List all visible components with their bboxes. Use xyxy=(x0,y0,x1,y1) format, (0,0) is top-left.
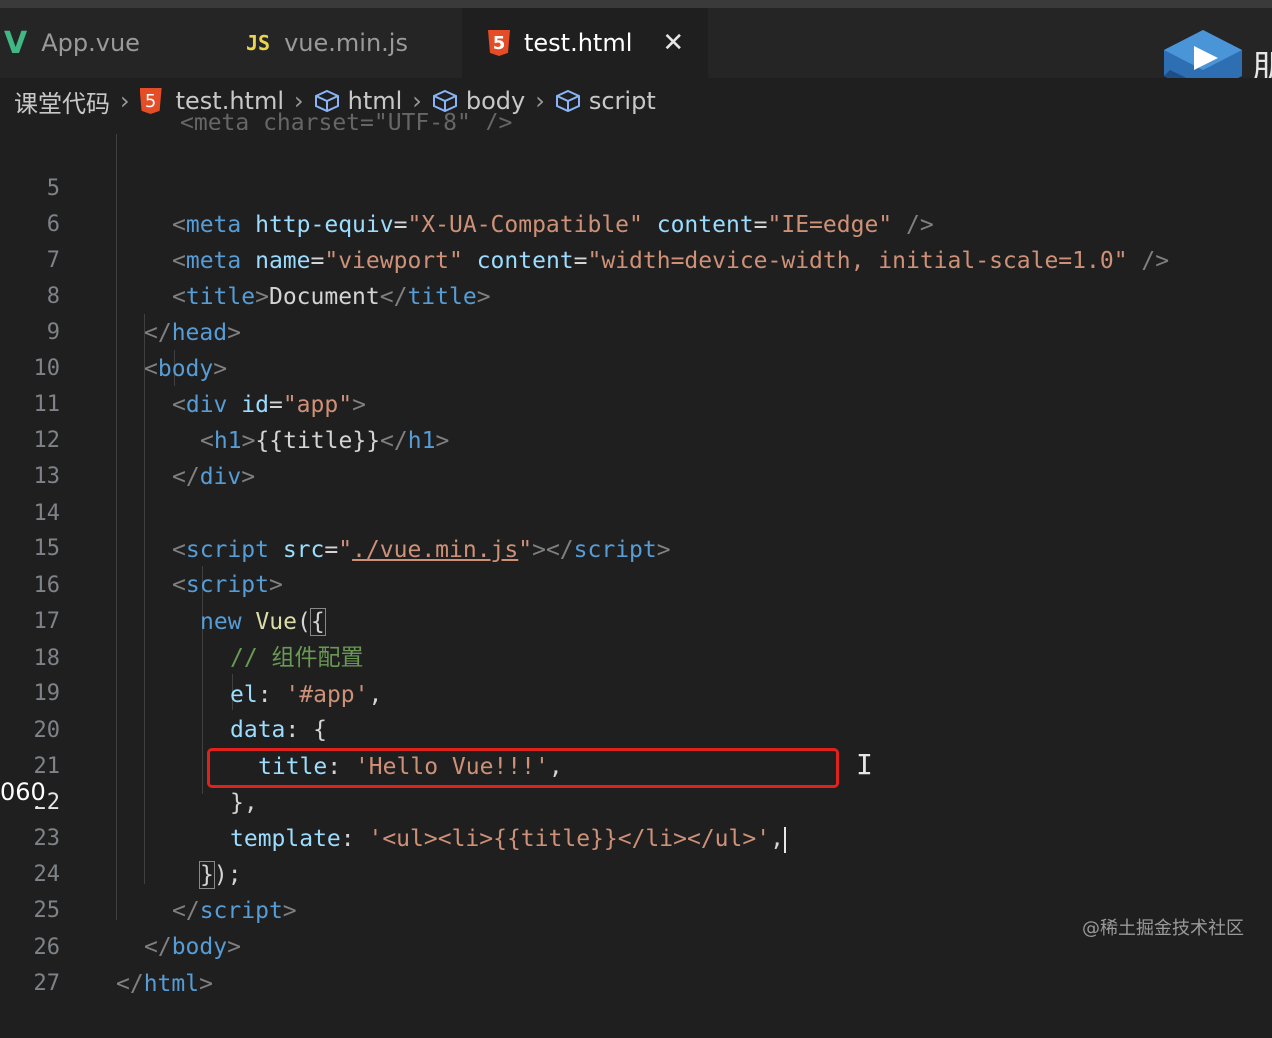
html5-file-icon: 5 xyxy=(139,88,162,114)
text-cursor xyxy=(783,826,786,853)
symbol-cube-icon xyxy=(555,89,580,113)
code-line: 12 </div> xyxy=(0,387,256,490)
watermark: @稀土掘金技术社区 xyxy=(1082,918,1244,939)
code-line: 25 </body> xyxy=(0,857,241,960)
code-text: data: { xyxy=(230,717,327,743)
code-text: </head> xyxy=(144,320,241,346)
code-line: 11 <h1>{{title}}</h1> xyxy=(0,351,450,454)
code-text: <meta name="viewport" content="width=dev… xyxy=(172,248,1170,274)
code-text: <body> xyxy=(144,356,228,382)
code-line: 13 xyxy=(0,423,61,489)
breadcrumb-label: script xyxy=(588,87,656,115)
code-text: el: '#app', xyxy=(230,682,383,708)
code-text: <meta http-equiv="X-UA-Compatible" conte… xyxy=(172,212,934,238)
close-icon[interactable]: ✕ xyxy=(662,28,684,58)
tab-label: vue.min.js xyxy=(284,29,408,57)
code-line: 18 el: '#app', xyxy=(0,605,383,708)
ibeam-cursor-icon: I xyxy=(856,748,873,781)
code-line: 8 </head> xyxy=(0,243,241,346)
code-line: 19 data: { xyxy=(0,640,327,743)
code-line: 9 <body> xyxy=(0,279,227,382)
tab-vue-min-js[interactable]: JS vue.min.js xyxy=(240,8,460,78)
html5-file-icon: 5 xyxy=(488,30,510,56)
code-comment: // 组件配置 xyxy=(230,645,364,671)
code-line: 5 <meta http-equiv="X-UA-Compatible" con… xyxy=(0,135,934,238)
indent-guide xyxy=(116,134,117,920)
code-line: 21 }, xyxy=(0,713,258,816)
code-line: 20 title: 'Hello Vue!!!', xyxy=(0,677,563,780)
code-line: 24 </script> xyxy=(0,821,297,924)
code-line: 7 <title>Document</title> xyxy=(0,207,491,310)
code-text: <title>Document</title> xyxy=(172,284,491,310)
highlight-box xyxy=(207,748,839,788)
code-text: }); xyxy=(199,861,242,889)
code-text: <script src="./vue.min.js"></script> xyxy=(172,537,671,563)
code-line: 26 </html> xyxy=(0,894,213,997)
tab-test-html[interactable]: 5 test.html ✕ xyxy=(462,8,708,78)
tab-label: App.vue xyxy=(41,29,140,57)
code-text: </body> xyxy=(144,934,241,960)
chevron-right-icon: › xyxy=(535,87,545,115)
code-line: 6 <meta name="viewport" content="width=d… xyxy=(0,171,1169,274)
breadcrumb-root[interactable]: 课堂代码 xyxy=(14,84,110,119)
code-text: </div> xyxy=(172,464,256,490)
code-line: 27 xyxy=(0,930,61,996)
code-line: 15 <script> xyxy=(0,495,283,598)
code-line: 14 <script src="./vue.min.js"></script> xyxy=(0,460,671,563)
script-src-link[interactable]: ./vue.min.js xyxy=(352,537,518,563)
code-text: new Vue({ xyxy=(200,608,326,636)
vue-file-icon: V xyxy=(4,25,28,61)
tab-label: test.html xyxy=(524,29,633,57)
chevron-right-icon: › xyxy=(120,87,130,115)
code-text: }, xyxy=(230,790,258,816)
code-text: <div id="app"> xyxy=(172,392,366,418)
code-text: </html> xyxy=(116,971,213,997)
indent-guide xyxy=(144,314,145,884)
code-line: 16 new Vue({ xyxy=(0,532,326,636)
code-text: <script> xyxy=(172,572,283,598)
code-editor[interactable]: <meta charset="UTF-8" /> 5 <meta http-eq… xyxy=(0,110,1272,997)
code-line: 17 // 组件配置 xyxy=(0,568,364,671)
code-text: </script> xyxy=(172,898,297,924)
code-line: 10 <div id="app"> xyxy=(0,315,366,418)
overlay-number: 060 xyxy=(0,778,48,806)
tab-app-vue[interactable]: V App.vue xyxy=(0,8,210,78)
code-text: <h1>{{title}}</h1> xyxy=(200,428,450,454)
line-number: 27 xyxy=(33,971,61,996)
scrolled-line-peek: <meta charset="UTF-8" /> xyxy=(180,110,513,130)
code-text: template: '<ul><li>{{title}}</li></ul>', xyxy=(230,826,786,853)
breadcrumb-script[interactable]: script xyxy=(555,87,656,115)
js-file-icon: JS xyxy=(246,31,271,55)
tab-bar: V App.vue JS vue.min.js 5 test.html ✕ xyxy=(0,0,1272,78)
